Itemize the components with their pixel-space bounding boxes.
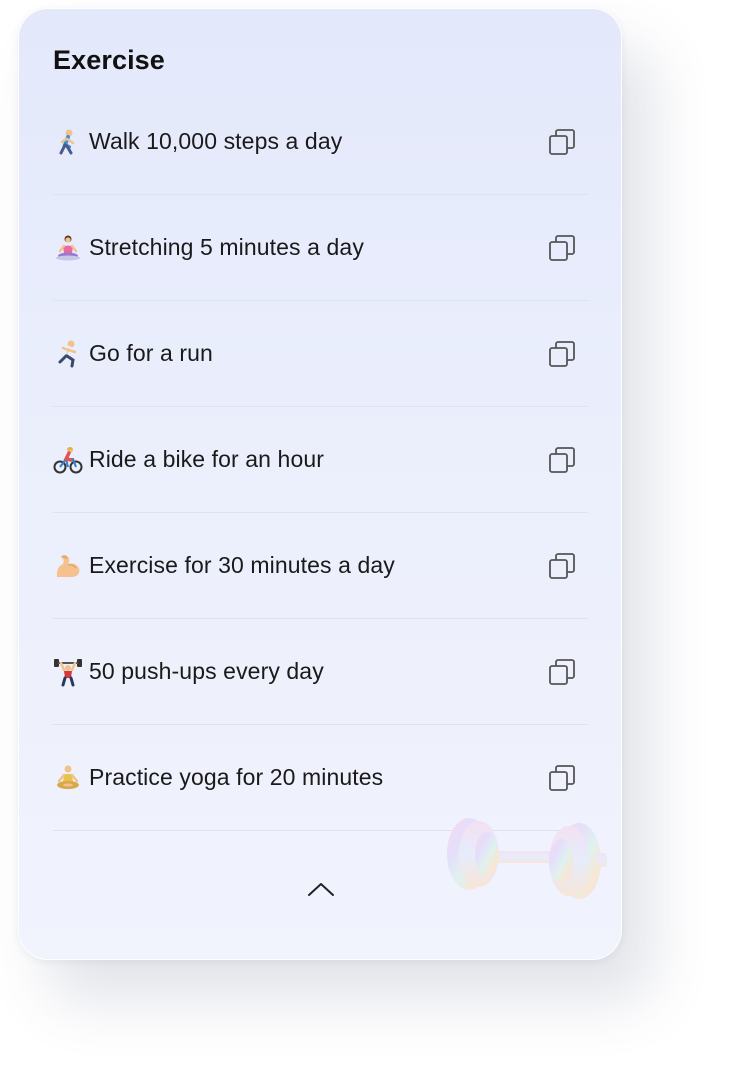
copy-icon[interactable] [546,656,578,688]
copy-icon[interactable] [546,550,578,582]
item-label: Stretching 5 minutes a day [89,234,364,260]
copy-icon[interactable] [546,232,578,264]
card-title: Exercise [53,45,165,75]
person-stretching-icon [53,233,83,263]
item-label: Exercise for 30 minutes a day [89,552,395,578]
list-item: Go for a run [53,301,588,407]
flexed-biceps-icon [53,551,83,581]
person-yoga-icon [53,763,83,793]
list-item: Stretching 5 minutes a day [53,195,588,301]
item-label: Walk 10,000 steps a day [89,128,343,154]
item-label: Go for a run [89,340,213,366]
list-item: 50 push-ups every day [53,619,588,725]
list-item: Ride a bike for an hour [53,407,588,513]
copy-icon[interactable] [546,338,578,370]
copy-icon[interactable] [546,126,578,158]
copy-icon[interactable] [546,762,578,794]
person-biking-icon [53,445,83,475]
person-walking-icon [53,127,83,157]
exercise-card: Exercise Walk 10,000 steps a day Stretch… [18,8,622,960]
item-label: Ride a bike for an hour [89,446,324,472]
item-label: 50 push-ups every day [89,658,324,684]
dumbbell-icon [447,818,607,899]
chevron-up-icon[interactable] [303,871,339,907]
person-running-icon [53,339,83,369]
list-item: Exercise for 30 minutes a day [53,513,588,619]
person-lifting-weights-icon [53,657,83,687]
copy-icon[interactable] [546,444,578,476]
exercise-list: Walk 10,000 steps a day Stretching 5 min… [53,89,588,831]
item-label: Practice yoga for 20 minutes [89,764,384,790]
list-item: Walk 10,000 steps a day [53,89,588,195]
